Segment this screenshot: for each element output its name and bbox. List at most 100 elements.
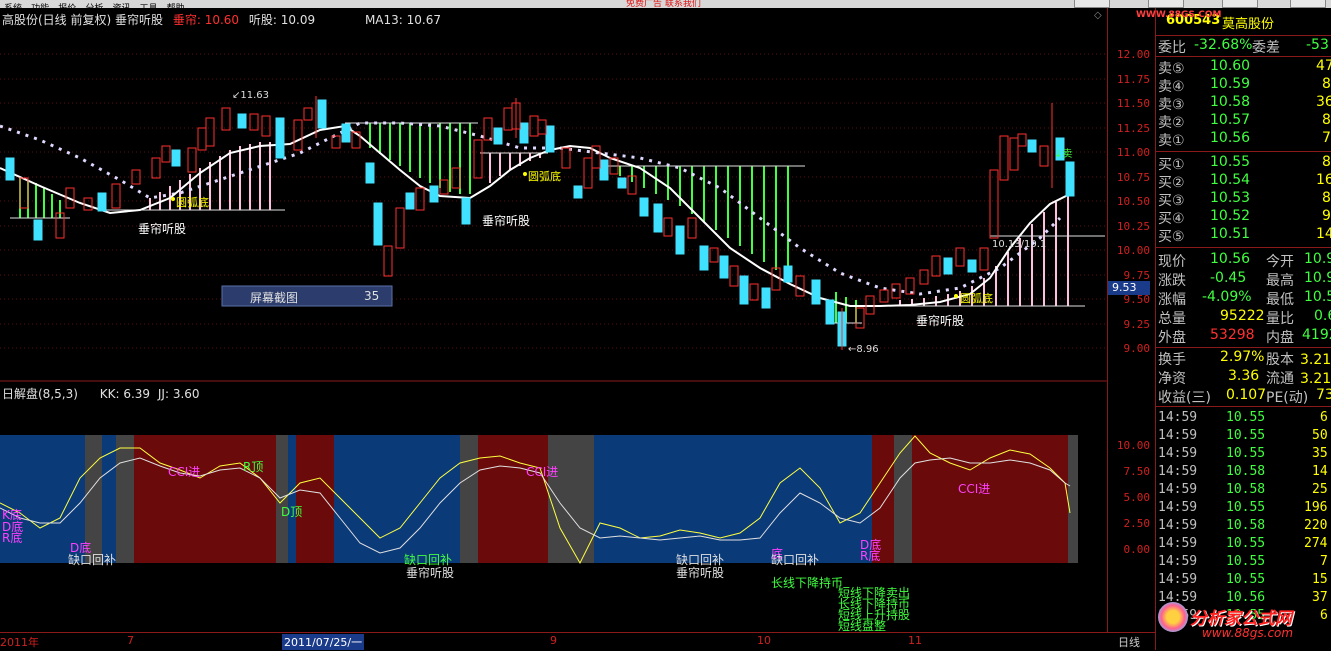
tick-row: 14:59 10.58 220	[1156, 518, 1331, 536]
sell4-price: 10.59	[1210, 76, 1251, 92]
sell1-row: 卖① 10.56 7	[1156, 130, 1331, 149]
tick-price: 10.55	[1226, 536, 1266, 551]
sell2-vol: 8	[1322, 112, 1331, 128]
stat-value: 10.9	[1304, 270, 1331, 286]
tick-row: 14:59 10.55 196	[1156, 500, 1331, 518]
tick-row: 14:59 10.55 50	[1156, 428, 1331, 446]
weicha-value: -53	[1306, 37, 1329, 53]
sell2-label: 卖②	[1158, 115, 1185, 131]
yuanhudi-label-3: 圆弧底	[960, 292, 993, 305]
divider	[1156, 151, 1331, 152]
watermark: 分析家公式网 www.88gs.com	[1158, 602, 1331, 648]
sell5-price: 10.60	[1210, 58, 1251, 74]
tick-vol: 50	[1312, 428, 1328, 443]
stat-label: 涨幅	[1158, 292, 1186, 308]
price-gridlines	[0, 53, 1107, 349]
stat-value: -0.45	[1210, 270, 1247, 286]
fund-row-turnover: 换手 2.97%股本 3.21亿	[1156, 349, 1331, 368]
stat-value: 10.9	[1304, 251, 1331, 267]
period-label[interactable]: 日线	[1118, 634, 1140, 650]
watermark-url: www.88gs.com	[1202, 626, 1294, 640]
kk-label: KK:	[99, 387, 120, 401]
ind-axis-tick: 0.00	[1123, 543, 1151, 556]
low-marker: ←8.96	[848, 344, 879, 355]
date-axis: 2011年 7 2011/07/25/一 9 10 11 日线	[0, 632, 1155, 651]
menu-button-1[interactable]	[1074, 0, 1110, 8]
sell5-label: 卖⑤	[1158, 61, 1185, 77]
axis-tick: 10.50	[1116, 195, 1150, 208]
sell4-vol: 8	[1322, 76, 1331, 92]
stat-row-outer: 外盘 53298 内盘 4192	[1156, 327, 1331, 346]
quote-panel: 600543 莫高股份 WWW.88GS.COM 委比 -32.68% 委差 -…	[1136, 8, 1331, 650]
flower-logo-icon	[1158, 602, 1188, 632]
menu-bar: 系统 功能 报价 分析 资讯 工具 帮助 免费广告 联系我们	[0, 0, 1331, 8]
low-value: 8.96	[856, 344, 879, 355]
jj-label: JJ:	[157, 387, 170, 401]
buy3-vol: 8	[1322, 190, 1331, 206]
indicator-name: 日解盘(8,5,3)	[2, 387, 78, 401]
tooltip-value: 35	[364, 289, 380, 303]
r-bottom-label-2: R底	[860, 549, 881, 563]
tick-price: 10.55	[1226, 554, 1266, 569]
divider	[1156, 35, 1331, 36]
stat-label: 涨跌	[1158, 273, 1186, 289]
indicator-bands	[0, 435, 1078, 563]
axis-tick: 9.00	[1123, 342, 1151, 355]
buy3-price: 10.53	[1210, 190, 1251, 206]
buy2-label: 买②	[1158, 175, 1185, 191]
sell5-vol: 47	[1316, 58, 1331, 74]
divider	[1156, 247, 1331, 248]
gap-label-4: 缺口回补	[771, 553, 820, 567]
site-logo-text: WWW.88GS.COM	[1136, 10, 1222, 20]
tick-vol: 15	[1312, 572, 1328, 587]
date-label: 10	[757, 634, 771, 647]
buy5-label: 买⑤	[1158, 229, 1185, 245]
axis-tick: 10.00	[1116, 244, 1150, 257]
weicha-label: 委差	[1252, 40, 1280, 56]
menu-button-2[interactable]	[1148, 0, 1184, 8]
buy1-vol: 8	[1322, 154, 1331, 170]
r-top-label: R顶	[243, 460, 264, 474]
sell3-vol: 36	[1316, 94, 1331, 110]
menu-button-4[interactable]	[1290, 0, 1326, 8]
kk-value: 6.39	[123, 387, 151, 401]
fund-label: 净资	[1158, 371, 1186, 387]
axis-tick: 11.00	[1116, 146, 1150, 159]
fund-value: 3.21亿	[1300, 371, 1331, 387]
tick-vol: 274	[1304, 536, 1328, 551]
gap-label-1: 缺口回补	[68, 553, 117, 567]
date-label: 9	[550, 634, 557, 647]
stat-value: 10.5	[1304, 289, 1331, 305]
tick-price: 10.55	[1226, 446, 1266, 461]
axis-tick: 10.25	[1116, 220, 1150, 233]
tick-time: 14:59	[1158, 410, 1198, 425]
stat-label: 现价	[1158, 254, 1186, 270]
divider	[1156, 406, 1331, 407]
stat-value: -4.09%	[1202, 289, 1252, 305]
tick-time: 14:59	[1158, 482, 1198, 497]
buy3-row: 买③ 10.53 8	[1156, 190, 1331, 209]
buy4-vol: 9	[1322, 208, 1331, 224]
bottom-signal-2: 垂帘听股	[676, 566, 725, 580]
sell5-row: 卖⑤ 10.60 47	[1156, 58, 1331, 77]
yuanhudi-label-1: 圆弧底	[176, 196, 209, 209]
sell2-row: 卖② 10.57 8	[1156, 112, 1331, 131]
chart-area[interactable]: 高股份(日线 前复权) 垂帘听股 垂帘: 10.60 听股: 10.09 MA1…	[0, 8, 1107, 633]
menu-button-3[interactable]	[1222, 0, 1258, 8]
tick-time: 14:59	[1158, 464, 1198, 479]
fund-value: 0.107	[1226, 387, 1267, 403]
tick-time: 14:59	[1158, 446, 1198, 461]
tick-price: 10.55	[1226, 410, 1266, 425]
tick-time: 14:59	[1158, 500, 1198, 515]
tick-row: 14:59 10.58 25	[1156, 482, 1331, 500]
fund-value: 73.	[1316, 387, 1331, 403]
ind-axis-tick: 2.50	[1123, 517, 1151, 530]
tick-time: 14:59	[1158, 536, 1198, 551]
date-label-selected[interactable]: 2011/07/25/一	[282, 634, 365, 650]
sell1-vol: 7	[1322, 130, 1331, 146]
sell4-row: 卖④ 10.59 8	[1156, 76, 1331, 95]
indicator-header: 日解盘(8,5,3) KK: 6.39 JJ: 3.60	[2, 385, 200, 402]
buy4-price: 10.52	[1210, 208, 1251, 224]
fund-row-eps: 收益(三) 0.107PE(动) 73.	[1156, 387, 1331, 406]
stock-name: 莫高股份	[1222, 17, 1275, 32]
